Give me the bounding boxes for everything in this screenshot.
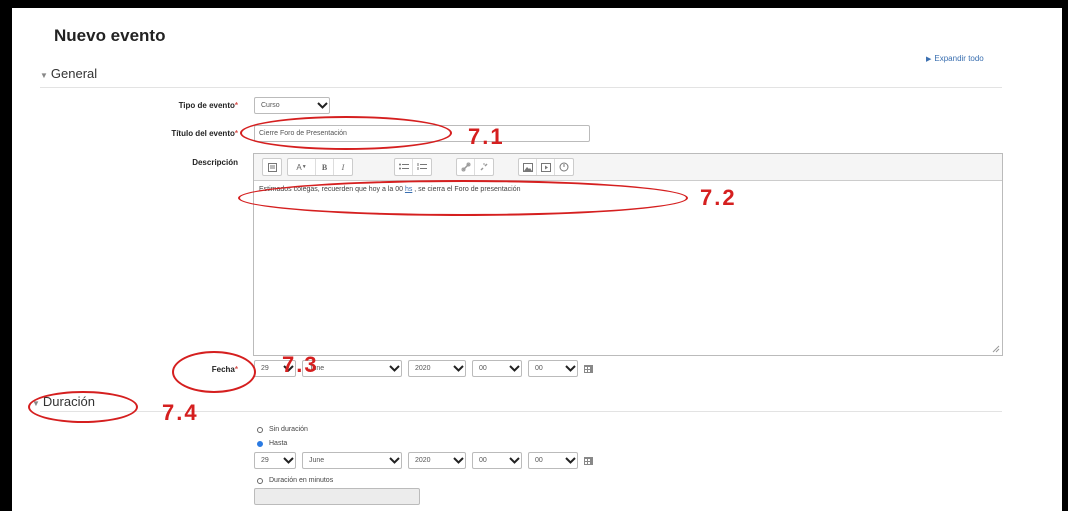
event-type-label: Tipo de evento* (178, 101, 238, 110)
radio-until-label: Hasta (269, 440, 288, 447)
caret-down-icon: ▼ (40, 71, 48, 80)
triangle-right-icon: ▶ (926, 56, 932, 63)
annotation-label: 7.2 (700, 185, 737, 210)
event-type-select[interactable]: Curso (254, 97, 330, 114)
annotation-oval-date (172, 351, 256, 393)
media-icon[interactable] (537, 159, 555, 175)
page-title: Nuevo evento (54, 26, 166, 45)
italic-icon[interactable]: I (334, 159, 352, 175)
chevron-down-icon (507, 360, 521, 377)
calendar-icon[interactable] (584, 364, 593, 373)
annotation-oval-description (238, 180, 688, 216)
annotation-label: 7.1 (468, 124, 505, 149)
font-style-icon[interactable]: A ▼ (288, 159, 316, 175)
unlink-icon[interactable] (475, 159, 493, 175)
resize-handle-icon[interactable] (992, 345, 1000, 353)
expand-all-label: Expandir todo (934, 54, 984, 63)
toolbar-group (456, 158, 494, 176)
annotation-oval-title (240, 116, 452, 150)
duration-minutes-input[interactable] (254, 488, 420, 505)
date-year-select[interactable]: 2020 (408, 360, 466, 377)
radio-icon (257, 426, 263, 433)
radio-until[interactable]: Hasta (257, 440, 287, 447)
annotation-oval-duration (28, 391, 138, 423)
calendar-icon[interactable] (584, 456, 593, 465)
event-title-label: Título del evento* (171, 129, 238, 138)
new-event-form: Nuevo evento ▶ Expandir todo ▼ General Tip… (12, 8, 1062, 511)
until-date-selector: 29 June 2020 00 00 (254, 452, 593, 469)
collapse-icon[interactable] (263, 159, 281, 175)
expand-all-link[interactable]: ▶ Expandir todo (926, 54, 984, 63)
required-mark: * (234, 129, 238, 138)
date-hour-select[interactable]: 00 (472, 360, 522, 377)
image-icon[interactable] (519, 159, 537, 175)
radio-duration-minutes[interactable]: Duración en minutos (257, 477, 333, 484)
chevron-down-icon (315, 97, 329, 114)
radio-duration-minutes-label: Duración en minutos (269, 477, 334, 484)
until-hour-select[interactable]: 00 (472, 452, 522, 469)
bold-icon[interactable]: B (316, 159, 334, 175)
toolbar-group (262, 158, 282, 176)
chevron-down-icon (451, 452, 465, 469)
general-section-header[interactable]: ▼ General (40, 66, 97, 81)
date-minute-select[interactable]: 00 (528, 360, 578, 377)
event-type-value: Curso (261, 102, 280, 109)
chevron-down-icon (387, 452, 401, 469)
annotation-label: 7.3 (282, 352, 319, 377)
until-month-select[interactable]: June (302, 452, 402, 469)
radio-selected-icon (257, 440, 263, 447)
divider (40, 87, 1002, 88)
chevron-down-icon (563, 360, 577, 377)
general-section-label: General (50, 66, 98, 81)
radio-no-duration-label: Sin duración (269, 426, 308, 433)
toolbar-group (518, 158, 574, 176)
radio-no-duration[interactable]: Sin duración (257, 426, 308, 433)
until-day-select[interactable]: 29 (254, 452, 296, 469)
chevron-down-icon (451, 360, 465, 377)
radio-icon (257, 477, 263, 484)
chevron-down-icon (387, 360, 401, 377)
until-year-select[interactable]: 2020 (408, 452, 466, 469)
chevron-down-icon (507, 452, 521, 469)
required-mark: * (234, 101, 238, 110)
until-minute-select[interactable]: 00 (528, 452, 578, 469)
record-icon[interactable] (555, 159, 573, 175)
chevron-down-icon (281, 452, 295, 469)
toolbar-group: A ▼ B I (287, 158, 353, 176)
editor-toolbar: A ▼ B I (254, 154, 1002, 181)
link-icon[interactable] (457, 159, 475, 175)
annotation-label: 7.4 (162, 400, 199, 425)
numbered-list-icon[interactable] (413, 159, 431, 175)
bullet-list-icon[interactable] (395, 159, 413, 175)
description-label: Descripción (192, 158, 238, 167)
toolbar-group (394, 158, 432, 176)
chevron-down-icon (563, 452, 577, 469)
